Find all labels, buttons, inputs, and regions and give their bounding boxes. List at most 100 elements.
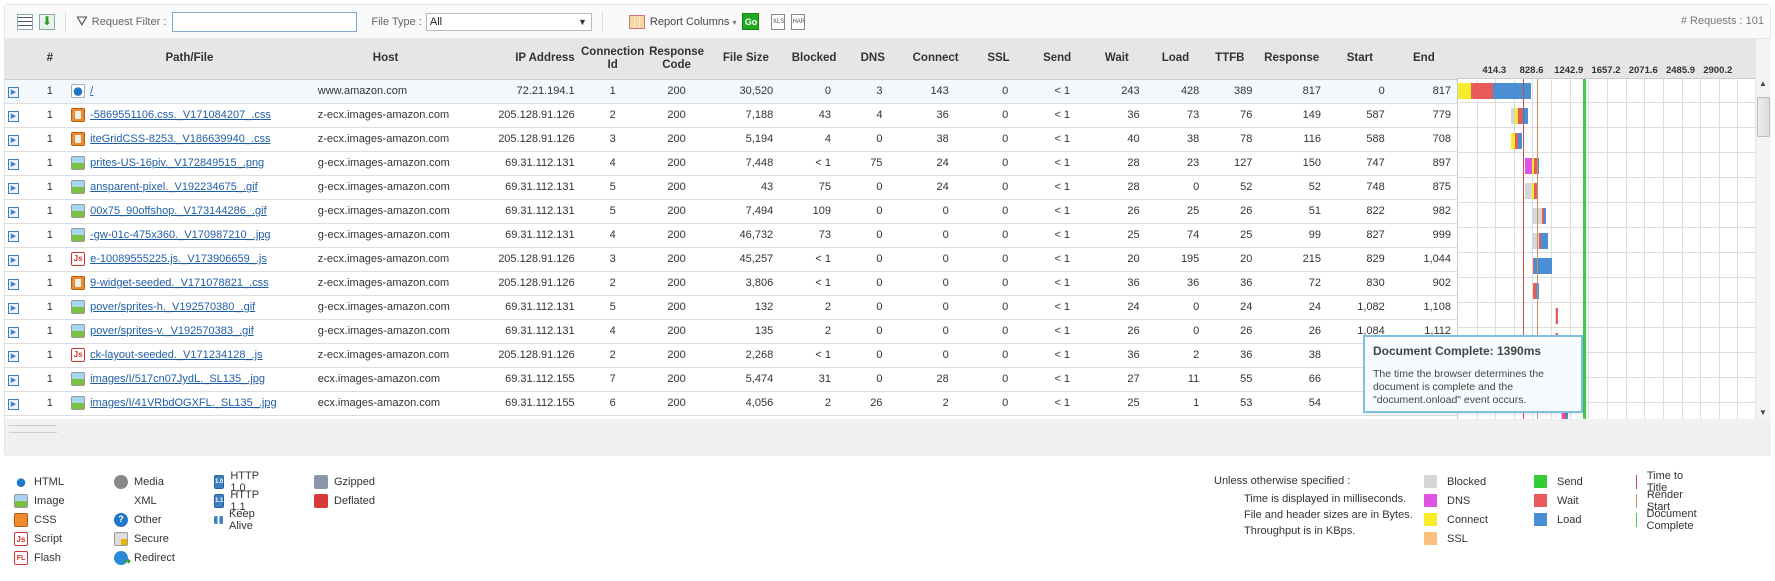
waterfall-row[interactable] xyxy=(1458,79,1755,103)
expand-row-icon[interactable]: ▶ xyxy=(8,206,19,218)
col-ip[interactable]: IP Address xyxy=(463,39,581,80)
path-link[interactable]: / xyxy=(90,85,93,97)
path-link[interactable]: -gw-01c-475x360._V170987210_.jpg xyxy=(90,229,270,241)
expand-cell[interactable]: ▶ xyxy=(5,295,29,320)
expand-cell[interactable]: ▶ xyxy=(5,367,29,392)
waterfall-row[interactable] xyxy=(1458,229,1755,253)
expand-cell[interactable]: ▶ xyxy=(5,199,29,224)
har-export-icon[interactable]: HAR xyxy=(791,13,806,30)
document-complete-marker[interactable] xyxy=(1582,79,1586,419)
table-row[interactable]: ▶ 1 Js e-10089555225.js._V173906659_.js z-ec… xyxy=(5,247,1457,272)
expand-row-icon[interactable]: ▶ xyxy=(8,110,19,122)
col-wait[interactable]: Wait xyxy=(1088,39,1146,80)
table-row[interactable]: ▶ 1 Js ck-layout-seeded._V171234128_.js z-ec… xyxy=(5,343,1457,368)
expand-row-icon[interactable]: ▶ xyxy=(8,374,19,386)
col-file-size[interactable]: File Size xyxy=(708,39,784,80)
expand-cell[interactable]: ▶ xyxy=(5,151,29,176)
table-row[interactable]: ▶ 1/www.amazon.com 72.21.194.1 1 200 30,520 0 3… xyxy=(5,79,1457,104)
expand-cell[interactable]: ▶ xyxy=(5,343,29,368)
waterfall-row[interactable] xyxy=(1458,104,1755,128)
table-row[interactable]: ▶ 1 pover/sprites-v._V192570383_.gif g-ecx.… xyxy=(5,319,1457,344)
path-link[interactable]: iteGridCSS-8253._V186639940_.css xyxy=(90,133,270,145)
col-end[interactable]: End xyxy=(1390,39,1457,80)
table-row[interactable]: ▶ 1 ansparent-pixel._V192234675_.gif g-ecx.… xyxy=(5,175,1457,200)
horizontal-scrollbar[interactable] xyxy=(5,419,1771,456)
expand-cell[interactable]: ▶ xyxy=(5,175,29,200)
col-ttfb[interactable]: TTFB xyxy=(1205,39,1255,80)
expand-row-icon[interactable]: ▶ xyxy=(8,302,19,314)
path-link[interactable]: pover/sprites-v._V192570383_.gif xyxy=(90,325,254,337)
table-row[interactable]: ▶ 1 images/I/517cn07JydL._SL135_.jpg ecx.im… xyxy=(5,367,1457,392)
scroll-grip[interactable] xyxy=(9,425,57,433)
expand-row-icon[interactable]: ▶ xyxy=(8,278,19,290)
col-connect[interactable]: Connect xyxy=(900,39,971,80)
waterfall-row[interactable] xyxy=(1458,304,1755,328)
vertical-scrollbar[interactable]: ▲ ▼ xyxy=(1755,39,1771,419)
waterfall-row[interactable] xyxy=(1458,154,1755,178)
expand-cell[interactable]: ▶ xyxy=(5,391,29,416)
expand-cell[interactable]: ▶ xyxy=(5,223,29,248)
col-ssl[interactable]: SSL xyxy=(970,39,1027,80)
table-row[interactable]: ▶ 1 iteGridCSS-8253._V186639940_.css z-ecx.… xyxy=(5,127,1457,152)
col-connection-id[interactable]: Connection Id xyxy=(580,39,645,80)
expand-cell[interactable]: ▶ xyxy=(5,127,29,152)
waterfall-row[interactable] xyxy=(1458,279,1755,303)
path-link[interactable]: pover/sprites-h._V192570380_.gif xyxy=(90,301,255,313)
table-row[interactable]: ▶ 1 -5869551106.css._V171084207_.css z-ecx.… xyxy=(5,103,1457,128)
response-cell: 72 xyxy=(1254,271,1329,296)
scroll-down-arrow[interactable]: ▼ xyxy=(1759,408,1767,417)
table-row[interactable]: ▶ 1 9-widget-seeded._V171078821_.css z-ecx.… xyxy=(5,271,1457,296)
expand-cell[interactable]: ▶ xyxy=(5,247,29,272)
waterfall-row[interactable] xyxy=(1458,179,1755,203)
table-row[interactable]: ▶ 1 prites-US-16piv._V172849515_.png g-ecx.… xyxy=(5,151,1457,176)
table-row[interactable]: ▶ 1 -gw-01c-475x360._V170987210_.jpg g-ecx.… xyxy=(5,223,1457,248)
path-link[interactable]: prites-US-16piv._V172849515_.png xyxy=(90,157,264,169)
expand-row-icon[interactable]: ▶ xyxy=(8,398,19,410)
expand-cell[interactable]: ▶ xyxy=(5,319,29,344)
expand-row-icon[interactable]: ▶ xyxy=(8,86,19,98)
path-link[interactable]: 9-widget-seeded._V171078821_.css xyxy=(90,277,269,289)
copy-report-icon[interactable] xyxy=(17,13,33,30)
table-row[interactable]: ▶ 1 pover/sprites-h._V192570380_.gif g-ecx.… xyxy=(5,295,1457,320)
col-host[interactable]: Host xyxy=(307,39,464,80)
expand-cell[interactable]: ▶ xyxy=(5,271,29,296)
col-path[interactable]: Path/File xyxy=(71,39,308,80)
col-send[interactable]: Send xyxy=(1026,39,1089,80)
waterfall-row[interactable] xyxy=(1458,129,1755,153)
expand-row-icon[interactable]: ▶ xyxy=(8,134,19,146)
col-number[interactable]: # xyxy=(28,39,72,80)
path-link[interactable]: images/I/517cn07JydL._SL135_.jpg xyxy=(90,373,265,385)
expand-row-icon[interactable]: ▶ xyxy=(8,254,19,266)
path-link[interactable]: 00x75_90offshop._V173144286_.gif xyxy=(90,205,267,217)
report-columns-button[interactable]: Report Columns ▾ xyxy=(650,16,737,28)
waterfall-row[interactable] xyxy=(1458,254,1755,278)
path-link[interactable]: -5869551106.css._V171084207_.css xyxy=(90,109,271,121)
col-start[interactable]: Start xyxy=(1328,39,1391,80)
download-report-icon[interactable] xyxy=(39,13,55,30)
col-load[interactable]: Load xyxy=(1145,39,1206,80)
expand-cell[interactable]: ▶ xyxy=(5,103,29,128)
path-link[interactable]: ansparent-pixel._V192234675_.gif xyxy=(90,181,258,193)
col-response-code[interactable]: Response Code xyxy=(644,39,709,80)
path-link[interactable]: images/I/41VRbdOGXFL._SL135_.jpg xyxy=(90,397,277,409)
path-link[interactable]: e-10089555225.js._V173906659_.js xyxy=(90,253,267,265)
request-filter-input[interactable] xyxy=(172,11,358,32)
col-dns[interactable]: DNS xyxy=(845,39,901,80)
expand-row-icon[interactable]: ▶ xyxy=(8,158,19,170)
table-row[interactable]: ▶ 1 00x75_90offshop._V173144286_.gif g-ecx.… xyxy=(5,199,1457,224)
expand-row-icon[interactable]: ▶ xyxy=(8,350,19,362)
scroll-up-arrow[interactable]: ▲ xyxy=(1759,79,1767,88)
col-response[interactable]: Response xyxy=(1254,39,1329,80)
scroll-thumb[interactable] xyxy=(1757,97,1770,137)
excel-export-icon[interactable]: XLS xyxy=(771,13,786,30)
expand-row-icon[interactable]: ▶ xyxy=(8,326,19,338)
expand-row-icon[interactable]: ▶ xyxy=(8,182,19,194)
path-link[interactable]: ck-layout-seeded._V171234128_.js xyxy=(90,349,262,361)
file-type-select[interactable]: All ▼ xyxy=(425,12,592,31)
col-blocked[interactable]: Blocked xyxy=(783,39,846,80)
table-row[interactable]: ▶ 1 images/I/41VRbdOGXFL._SL135_.jpg ecx.im… xyxy=(5,391,1457,416)
go-button[interactable]: Go xyxy=(742,13,760,30)
waterfall-row[interactable] xyxy=(1458,204,1755,228)
expand-row-icon[interactable]: ▶ xyxy=(8,230,19,242)
expand-cell[interactable]: ▶ xyxy=(5,79,29,104)
